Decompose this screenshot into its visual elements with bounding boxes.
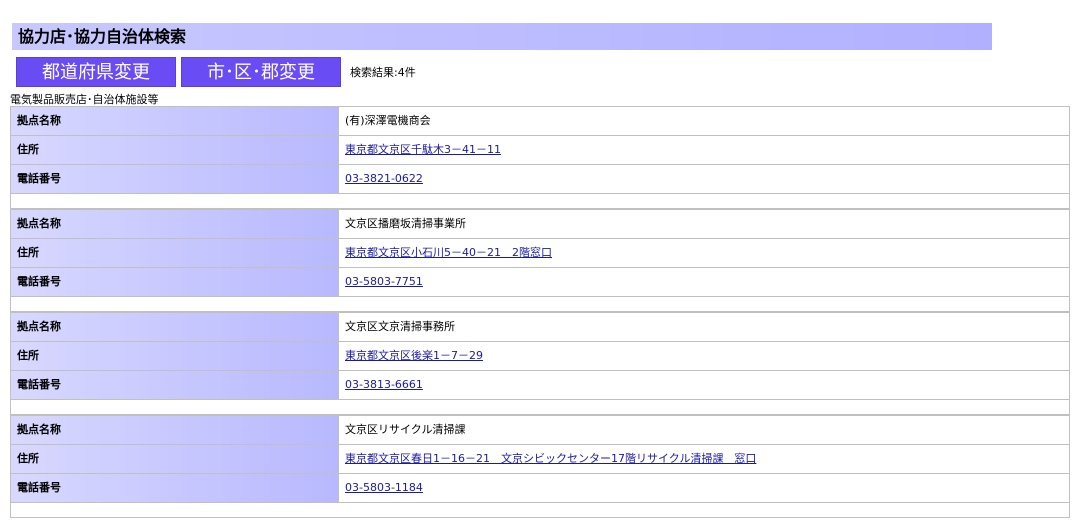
address-label: 住所 (11, 136, 339, 164)
address-label: 住所 (11, 445, 339, 473)
address-row: 住所 東京都文京区千駄木3－41－11 (11, 136, 1069, 165)
location-list: 拠点名称 (有)深澤電機商会 住所 東京都文京区千駄木3－41－11 電話番号 … (10, 106, 1070, 518)
address-label: 住所 (11, 342, 339, 370)
name-label: 拠点名称 (11, 107, 339, 135)
address-row: 住所 東京都文京区春日1－16－21 文京シビックセンター17階リサイクル清掃課… (11, 445, 1069, 474)
location-name: 文京区文京清掃事務所 (345, 320, 455, 333)
result-count: 検索結果:4件 (350, 66, 416, 79)
phone-link[interactable]: 03-3813-6661 (345, 378, 423, 391)
name-label: 拠点名称 (11, 313, 339, 341)
location-card: 拠点名称 (有)深澤電機商会 住所 東京都文京区千駄木3－41－11 電話番号 … (10, 106, 1070, 194)
phone-label: 電話番号 (11, 165, 339, 193)
location-name: 文京区リサイクル清掃課 (345, 423, 466, 436)
phone-row: 電話番号 03-5803-7751 (11, 268, 1069, 297)
phone-label: 電話番号 (11, 474, 339, 502)
name-label: 拠点名称 (11, 416, 339, 444)
page-title: 協力店･協力自治体検索 (12, 23, 992, 50)
location-name: (有)深澤電機商会 (345, 114, 431, 127)
address-link[interactable]: 東京都文京区後楽1－7－29 (345, 349, 483, 362)
location-card: 拠点名称 文京区文京清掃事務所 住所 東京都文京区後楽1－7－29 電話番号 0… (10, 312, 1070, 400)
location-name: 文京区播磨坂清掃事業所 (345, 217, 466, 230)
address-row: 住所 東京都文京区後楽1－7－29 (11, 342, 1069, 371)
phone-label: 電話番号 (11, 371, 339, 399)
separator (10, 297, 1070, 312)
phone-link[interactable]: 03-3821-0622 (345, 172, 423, 185)
category-label: 電気製品販売店･自治体施設等 (10, 93, 159, 106)
address-link[interactable]: 東京都文京区千駄木3－41－11 (345, 143, 501, 156)
name-row: 拠点名称 文京区播磨坂清掃事業所 (11, 210, 1069, 239)
address-link[interactable]: 東京都文京区小石川5－40－21 2階窓口 (345, 246, 552, 259)
phone-row: 電話番号 03-5803-1184 (11, 474, 1069, 503)
name-label: 拠点名称 (11, 210, 339, 238)
separator (10, 400, 1070, 415)
address-label: 住所 (11, 239, 339, 267)
phone-label: 電話番号 (11, 268, 339, 296)
address-link[interactable]: 東京都文京区春日1－16－21 文京シビックセンター17階リサイクル清掃課 窓口 (345, 452, 756, 465)
city-change-button[interactable]: 市･区･郡変更 (181, 57, 341, 87)
name-row: 拠点名称 文京区リサイクル清掃課 (11, 416, 1069, 445)
phone-row: 電話番号 03-3821-0622 (11, 165, 1069, 194)
location-card: 拠点名称 文京区播磨坂清掃事業所 住所 東京都文京区小石川5－40－21 2階窓… (10, 209, 1070, 297)
location-card: 拠点名称 文京区リサイクル清掃課 住所 東京都文京区春日1－16－21 文京シビ… (10, 415, 1070, 503)
name-row: 拠点名称 文京区文京清掃事務所 (11, 313, 1069, 342)
separator (10, 503, 1070, 518)
phone-link[interactable]: 03-5803-7751 (345, 275, 423, 288)
separator (10, 194, 1070, 209)
prefecture-change-button[interactable]: 都道府県変更 (16, 57, 176, 87)
phone-link[interactable]: 03-5803-1184 (345, 481, 423, 494)
name-row: 拠点名称 (有)深澤電機商会 (11, 107, 1069, 136)
address-row: 住所 東京都文京区小石川5－40－21 2階窓口 (11, 239, 1069, 268)
phone-row: 電話番号 03-3813-6661 (11, 371, 1069, 400)
